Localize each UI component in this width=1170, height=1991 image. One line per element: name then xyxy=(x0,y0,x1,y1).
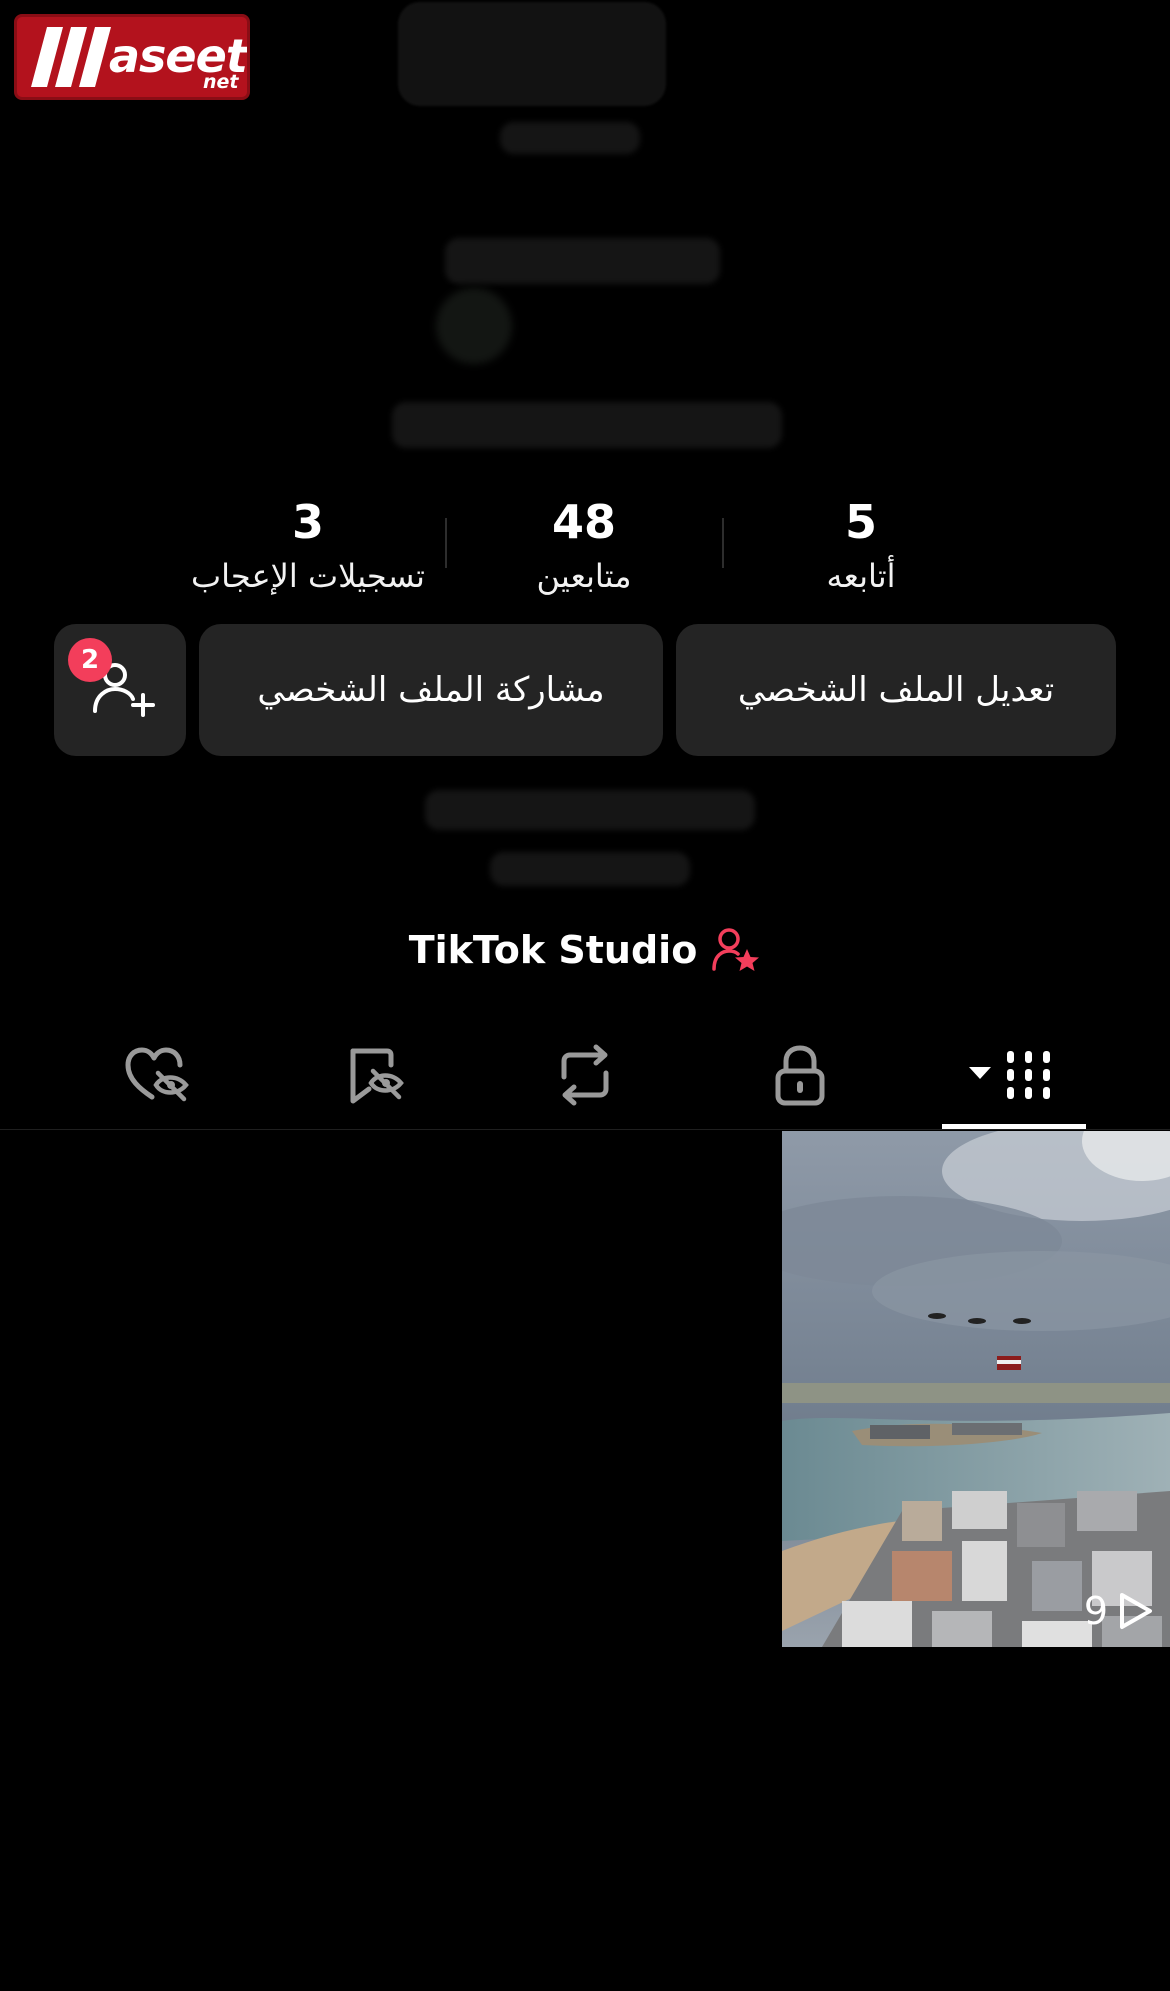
tiktok-studio-label: TikTok Studio xyxy=(408,928,698,972)
video-preview-image xyxy=(782,1131,1170,1647)
tab-reposts[interactable] xyxy=(510,1030,660,1120)
tab-videos[interactable] xyxy=(938,1030,1088,1120)
tabs-divider xyxy=(0,1129,1170,1130)
following-count: 5 xyxy=(844,495,877,549)
stat-followers[interactable]: 48 متابعين xyxy=(444,494,724,598)
play-icon xyxy=(1120,1593,1152,1629)
likes-label: تسجيلات الإعجاب xyxy=(191,557,425,595)
followers-count: 48 xyxy=(551,495,616,549)
blurred-bio xyxy=(425,790,755,830)
edit-profile-button[interactable]: تعديل الملف الشخصي xyxy=(676,624,1116,756)
stat-likes[interactable]: 3 تسجيلات الإعجاب xyxy=(168,494,448,598)
stat-following[interactable]: 5 أتابعه xyxy=(721,494,1001,598)
blurred-text xyxy=(500,122,640,154)
followers-label: متابعين xyxy=(536,557,632,595)
edit-profile-label: تعديل الملف الشخصي xyxy=(737,670,1055,710)
person-star-icon xyxy=(712,928,760,971)
tab-favorites[interactable] xyxy=(300,1030,450,1120)
blurred-header-card xyxy=(398,2,666,106)
share-profile-label: مشاركة الملف الشخصي xyxy=(257,670,605,710)
lock-icon xyxy=(775,1045,825,1106)
blurred-text xyxy=(445,238,720,284)
bookmark-hidden-icon xyxy=(350,1048,404,1104)
friend-requests-badge: 2 xyxy=(68,638,112,682)
grid-icon xyxy=(969,1051,1050,1099)
share-profile-button[interactable]: مشاركة الملف الشخصي xyxy=(199,624,663,756)
video-views-count: 9 xyxy=(1083,1589,1108,1633)
tab-private[interactable] xyxy=(725,1030,875,1120)
tab-liked[interactable] xyxy=(82,1030,232,1120)
watermark-logo: aseet net xyxy=(14,14,250,100)
repost-icon xyxy=(561,1044,609,1106)
video-views: 9 xyxy=(1084,1589,1154,1633)
watermark-suffix: net xyxy=(203,71,239,93)
heart-hidden-icon xyxy=(125,1047,189,1102)
following-label: أتابعه xyxy=(826,557,896,595)
blurred-bio xyxy=(490,852,690,886)
video-thumbnail[interactable]: 9 xyxy=(782,1131,1170,1647)
tiktok-studio-link[interactable]: TikTok Studio xyxy=(0,920,1170,980)
blurred-username xyxy=(392,402,782,448)
likes-count: 3 xyxy=(291,495,324,549)
blurred-avatar xyxy=(436,288,512,364)
